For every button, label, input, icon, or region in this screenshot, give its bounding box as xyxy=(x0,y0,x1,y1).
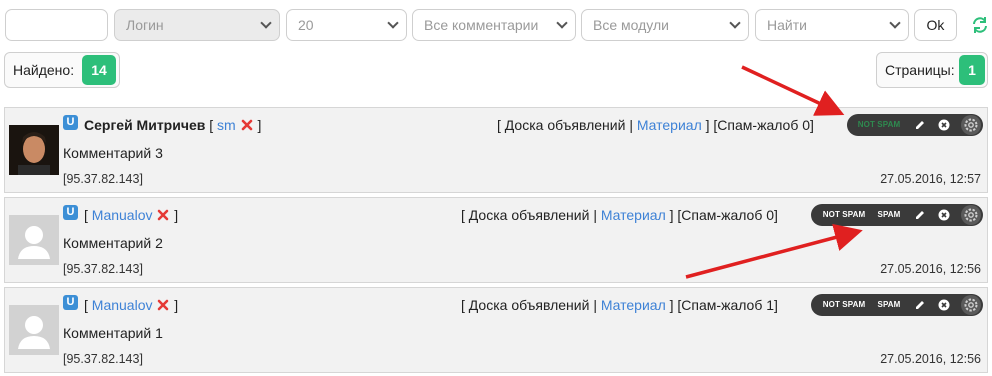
chevron-down-icon xyxy=(387,17,399,29)
material-link[interactable]: Материал xyxy=(601,207,666,223)
gear-button[interactable] xyxy=(961,205,981,225)
found-counter: Найдено: 14 xyxy=(4,52,120,88)
comment-author: [ Manualov ] xyxy=(84,297,178,313)
comment-text: Комментарий 1 xyxy=(63,325,163,341)
find-value: Найти xyxy=(767,17,807,33)
search-input[interactable] xyxy=(5,9,108,41)
bracket-close: ] xyxy=(174,297,179,313)
avatar[interactable] xyxy=(9,215,59,265)
delete-x-icon[interactable] xyxy=(241,119,253,131)
not-spam-button[interactable]: NOT SPAM xyxy=(815,204,873,226)
user-u-icon: U xyxy=(63,115,78,130)
comment-toolbar: NOT SPAM SPAM xyxy=(811,294,983,316)
comment-meta: [ Доска объявлений | Материал ] [Спам-жа… xyxy=(497,117,814,133)
bracket-open: [ xyxy=(209,117,214,133)
user-login-link[interactable]: Manualov xyxy=(92,297,153,313)
user-photo-icon xyxy=(9,125,59,175)
per-page-value: 20 xyxy=(298,17,314,33)
comment-item: U [ Manualov ] [ Доска объявлений | Мате… xyxy=(4,197,988,283)
comment-item: U [ Manualov ] [ Доска объявлений | Мате… xyxy=(4,287,988,373)
comment-author: Сергей Митричев [ sm ] xyxy=(84,117,261,133)
comment-ip: [95.37.82.143] xyxy=(63,262,143,276)
modules-select[interactable]: Все модули xyxy=(581,9,749,41)
avatar[interactable] xyxy=(9,305,59,355)
user-u-icon: U xyxy=(63,295,78,310)
pencil-icon[interactable] xyxy=(912,117,928,133)
found-label: Найдено: xyxy=(13,62,75,78)
pages-counter: Страницы: 1 xyxy=(876,52,988,88)
board-label: [ Доска объявлений | xyxy=(461,297,597,313)
comment-ip: [95.37.82.143] xyxy=(63,352,143,366)
modules-value: Все модули xyxy=(593,17,669,33)
page-1-link[interactable]: 1 xyxy=(959,55,985,85)
close-circle-icon[interactable] xyxy=(936,297,952,313)
comment-author: [ Manualov ] xyxy=(84,207,178,223)
bracket-open: [ xyxy=(84,297,88,313)
found-count-badge: 14 xyxy=(82,55,116,85)
material-link[interactable]: Материал xyxy=(637,117,702,133)
comment-meta: [ Доска объявлений | Материал ] [Спам-жа… xyxy=(461,297,778,313)
gear-icon xyxy=(964,298,978,312)
author-name: Сергей Митричев xyxy=(84,117,206,133)
comment-text: Комментарий 3 xyxy=(63,145,163,161)
close-circle-icon[interactable] xyxy=(936,117,952,133)
bracket-close: ] xyxy=(174,207,179,223)
user-login-link[interactable]: sm xyxy=(217,117,236,133)
comment-toolbar: NOT SPAM SPAM xyxy=(811,204,983,226)
login-select-label: Логин xyxy=(126,17,164,33)
board-label: [ Доска объявлений | xyxy=(497,117,633,133)
chevron-down-icon xyxy=(556,17,568,29)
delete-x-icon[interactable] xyxy=(157,299,169,311)
spam-button[interactable]: SPAM xyxy=(873,204,905,226)
avatar[interactable] xyxy=(9,125,59,175)
gear-button[interactable] xyxy=(961,295,981,315)
bracket-open: [ xyxy=(84,207,88,223)
user-u-icon: U xyxy=(63,205,78,220)
material-link[interactable]: Материал xyxy=(601,297,666,313)
pencil-icon[interactable] xyxy=(912,207,928,223)
pencil-icon[interactable] xyxy=(912,297,928,313)
filter-bar: Логин 20 Все комментарии Все модули Найт… xyxy=(5,9,987,41)
not-spam-button[interactable]: NOT SPAM xyxy=(847,114,911,136)
comment-date: 27.05.2016, 12:56 xyxy=(880,352,981,366)
chevron-down-icon xyxy=(889,17,901,29)
gear-icon xyxy=(964,118,978,132)
comment-date: 27.05.2016, 12:57 xyxy=(880,172,981,186)
gear-icon xyxy=(964,208,978,222)
refresh-icon[interactable] xyxy=(971,16,989,34)
comment-ip: [95.37.82.143] xyxy=(63,172,143,186)
comments-type-value: Все комментарии xyxy=(424,17,539,33)
comment-item: U Сергей Митричев [ sm ] [ Доска объявле… xyxy=(4,107,988,193)
pages-label: Страницы: xyxy=(885,62,955,78)
spam-reports: ] [Спам-жалоб 0] xyxy=(705,117,814,133)
bracket-close: ] xyxy=(257,117,262,133)
not-spam-button[interactable]: NOT SPAM xyxy=(815,294,873,316)
avatar-placeholder-icon xyxy=(9,215,59,265)
user-login-link[interactable]: Manualov xyxy=(92,207,153,223)
comments-type-select[interactable]: Все комментарии xyxy=(412,9,576,41)
find-select[interactable]: Найти xyxy=(755,9,909,41)
chevron-down-icon xyxy=(260,17,272,29)
delete-x-icon[interactable] xyxy=(157,209,169,221)
comment-meta: [ Доска объявлений | Материал ] [Спам-жа… xyxy=(461,207,778,223)
per-page-select[interactable]: 20 xyxy=(286,9,407,41)
board-label: [ Доска объявлений | xyxy=(461,207,597,223)
close-circle-icon[interactable] xyxy=(936,207,952,223)
arrow-to-not-spam xyxy=(741,65,845,116)
comment-date: 27.05.2016, 12:56 xyxy=(880,262,981,276)
gear-button[interactable] xyxy=(961,115,981,135)
spam-reports: ] [Спам-жалоб 1] xyxy=(669,297,778,313)
comment-toolbar: NOT SPAM xyxy=(847,114,983,136)
login-select[interactable]: Логин xyxy=(114,9,280,41)
spam-button[interactable]: SPAM xyxy=(873,294,905,316)
chevron-down-icon xyxy=(729,17,741,29)
ok-button[interactable]: Ok xyxy=(914,9,957,41)
comment-text: Комментарий 2 xyxy=(63,235,163,251)
avatar-placeholder-icon xyxy=(9,305,59,355)
spam-reports: ] [Спам-жалоб 0] xyxy=(669,207,778,223)
